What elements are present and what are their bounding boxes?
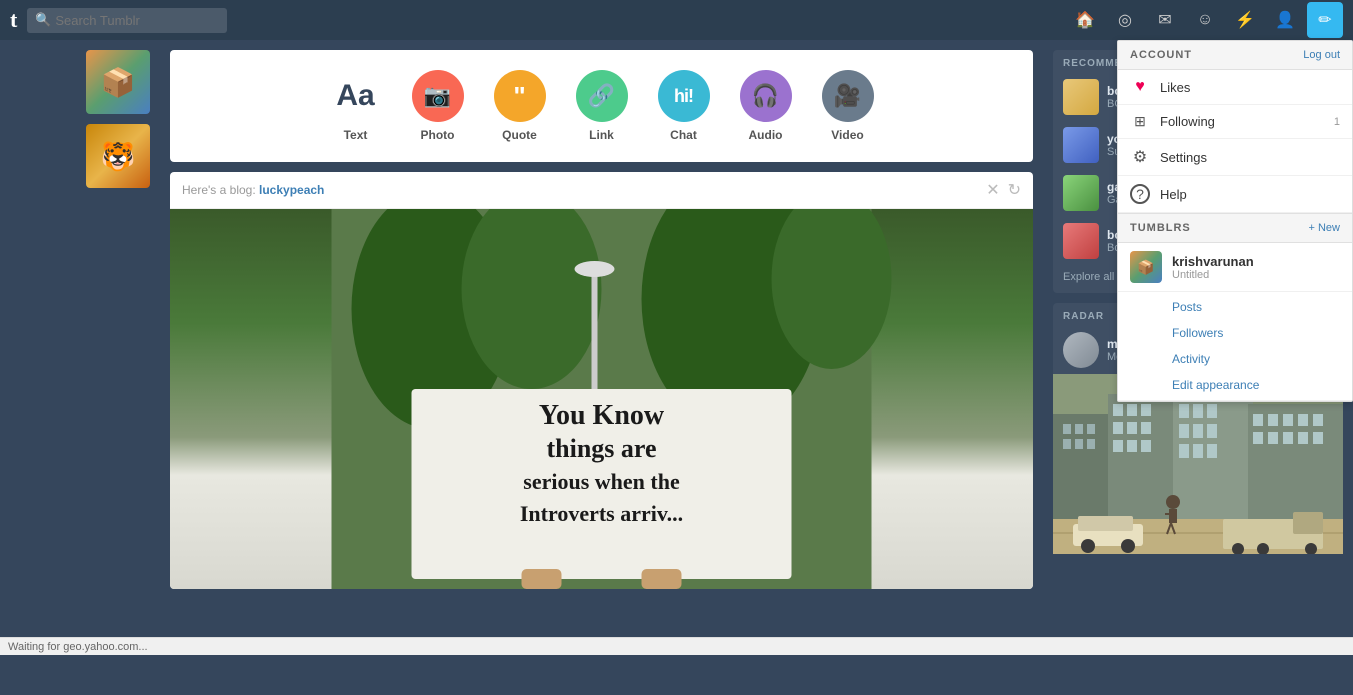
lightning-icon[interactable]: ⚡ bbox=[1227, 2, 1263, 38]
post-type-photo[interactable]: 📷 Photo bbox=[412, 70, 464, 142]
photo-post-label: Photo bbox=[421, 128, 455, 142]
account-section-header: ACCOUNT Log out bbox=[1118, 41, 1352, 70]
edit-appearance-link[interactable]: Edit appearance bbox=[1118, 372, 1352, 398]
svg-text:serious when the: serious when the bbox=[523, 469, 680, 494]
account-dropdown: ACCOUNT Log out ♥ Likes ⊞ Following 1 ⚙ … bbox=[1117, 40, 1353, 402]
protest-sign-svg: You Know things are serious when the Int… bbox=[170, 209, 1033, 589]
activity-link[interactable]: Activity bbox=[1118, 346, 1352, 372]
tumblr-name: krishvarunan bbox=[1172, 254, 1340, 269]
post-type-quote[interactable]: " Quote bbox=[494, 70, 546, 142]
tumblrs-section-header: TUMBLRS + New bbox=[1118, 213, 1352, 243]
text-post-icon: Aa bbox=[330, 70, 382, 122]
blog-avatar-bookology bbox=[1063, 79, 1099, 115]
heart-icon: ♥ bbox=[1130, 78, 1150, 96]
following-item[interactable]: ⊞ Following 1 bbox=[1118, 105, 1352, 139]
post-type-chat[interactable]: hi! Chat bbox=[658, 70, 710, 142]
person-icon[interactable]: 👤 bbox=[1267, 2, 1303, 38]
tumblr-avatar: 📦 bbox=[1130, 251, 1162, 283]
status-bar: Waiting for geo.yahoo.com... bbox=[0, 637, 1353, 655]
new-tumblr-button[interactable]: + New bbox=[1309, 222, 1341, 234]
compose-button[interactable]: ✏ bbox=[1307, 2, 1343, 38]
settings-label: Settings bbox=[1160, 150, 1340, 165]
video-post-label: Video bbox=[831, 128, 863, 142]
svg-text:You Know: You Know bbox=[539, 400, 665, 431]
tumblr-info: krishvarunan Untitled bbox=[1172, 254, 1340, 281]
link-post-icon: 🔗 bbox=[576, 70, 628, 122]
likes-label: Likes bbox=[1160, 80, 1340, 95]
avatar-cube[interactable]: 📦 bbox=[86, 50, 150, 114]
avatar-tiger[interactable]: 🐯 bbox=[86, 124, 150, 188]
audio-post-icon: 🎧 bbox=[740, 70, 792, 122]
post-type-link[interactable]: 🔗 Link bbox=[576, 70, 628, 142]
account-label: ACCOUNT bbox=[1130, 49, 1192, 61]
posts-link[interactable]: Posts bbox=[1118, 294, 1352, 320]
close-icon[interactable]: ✕ bbox=[986, 180, 999, 200]
audio-post-label: Audio bbox=[749, 128, 783, 142]
tumblr-item[interactable]: 📦 krishvarunan Untitled bbox=[1118, 243, 1352, 292]
quote-post-icon: " bbox=[494, 70, 546, 122]
link-post-label: Link bbox=[589, 128, 614, 142]
settings-item[interactable]: ⚙ Settings bbox=[1118, 139, 1352, 176]
blog-avatar-gabbysbo0ks bbox=[1063, 175, 1099, 211]
text-post-label: Text bbox=[344, 128, 368, 142]
svg-text:things are: things are bbox=[546, 434, 656, 463]
navbar-icons: 🏠 ◎ ✉ ☺ ⚡ 👤 ✏ bbox=[1067, 2, 1343, 38]
tumblrs-label: TUMBLRS bbox=[1130, 222, 1191, 234]
followers-link[interactable]: Followers bbox=[1118, 320, 1352, 346]
tumblr-sub-items: Posts Followers Activity Edit appearance bbox=[1118, 292, 1352, 401]
smiley-icon[interactable]: ☺ bbox=[1187, 2, 1223, 38]
blog-post-header: Here's a blog: luckypeach ✕ ↻ bbox=[170, 172, 1033, 209]
protest-sign-image: You Know things are serious when the Int… bbox=[170, 209, 1033, 589]
explore-icon[interactable]: ◎ bbox=[1107, 2, 1143, 38]
help-label: Help bbox=[1160, 187, 1340, 202]
blog-post-box: Here's a blog: luckypeach ✕ ↻ bbox=[170, 172, 1033, 589]
post-actions: ✕ ↻ bbox=[986, 180, 1021, 200]
photo-post-icon: 📷 bbox=[412, 70, 464, 122]
search-input[interactable] bbox=[27, 8, 227, 33]
center-content: Aa Text 📷 Photo " Quote 🔗 Link hi! Chat … bbox=[160, 40, 1043, 655]
settings-gear-icon: ⚙ bbox=[1130, 147, 1150, 167]
refresh-icon[interactable]: ↻ bbox=[1008, 180, 1021, 200]
chat-post-icon: hi! bbox=[658, 70, 710, 122]
radar-avatar-metin bbox=[1063, 332, 1099, 368]
help-question-icon: ? bbox=[1130, 184, 1150, 204]
search-wrap: 🔍 bbox=[27, 8, 227, 33]
status-text: Waiting for geo.yahoo.com... bbox=[8, 641, 148, 653]
navbar: t 🔍 🏠 ◎ ✉ ☺ ⚡ 👤 ✏ bbox=[0, 0, 1353, 40]
video-post-icon: 🎥 bbox=[822, 70, 874, 122]
post-type-audio[interactable]: 🎧 Audio bbox=[740, 70, 792, 142]
chat-post-label: Chat bbox=[670, 128, 697, 142]
tiger-icon: 🐯 bbox=[86, 124, 150, 188]
following-icon: ⊞ bbox=[1130, 113, 1150, 130]
post-type-video[interactable]: 🎥 Video bbox=[822, 70, 874, 142]
quote-post-label: Quote bbox=[502, 128, 537, 142]
following-label: Following bbox=[1160, 114, 1324, 129]
tumblr-subtitle: Untitled bbox=[1172, 269, 1340, 281]
blog-avatar-books-n-quotes bbox=[1063, 223, 1099, 259]
help-item[interactable]: ? Help bbox=[1118, 176, 1352, 213]
post-type-text[interactable]: Aa Text bbox=[330, 70, 382, 142]
tumblr-logo[interactable]: t bbox=[10, 7, 17, 33]
logout-button[interactable]: Log out bbox=[1303, 49, 1340, 61]
home-icon[interactable]: 🏠 bbox=[1067, 2, 1103, 38]
cube-icon: 📦 bbox=[86, 50, 150, 114]
likes-item[interactable]: ♥ Likes bbox=[1118, 70, 1352, 105]
mail-icon[interactable]: ✉ bbox=[1147, 2, 1183, 38]
blog-post-intro: Here's a blog: luckypeach bbox=[182, 183, 324, 197]
blog-post-name-link[interactable]: luckypeach bbox=[259, 183, 324, 197]
following-badge: 1 bbox=[1334, 116, 1340, 128]
blog-avatar-yoursummerdreamz bbox=[1063, 127, 1099, 163]
svg-text:Introverts arriv...: Introverts arriv... bbox=[520, 501, 683, 526]
left-sidebar: 📦 🐯 bbox=[0, 40, 160, 655]
post-create-box: Aa Text 📷 Photo " Quote 🔗 Link hi! Chat … bbox=[170, 50, 1033, 162]
